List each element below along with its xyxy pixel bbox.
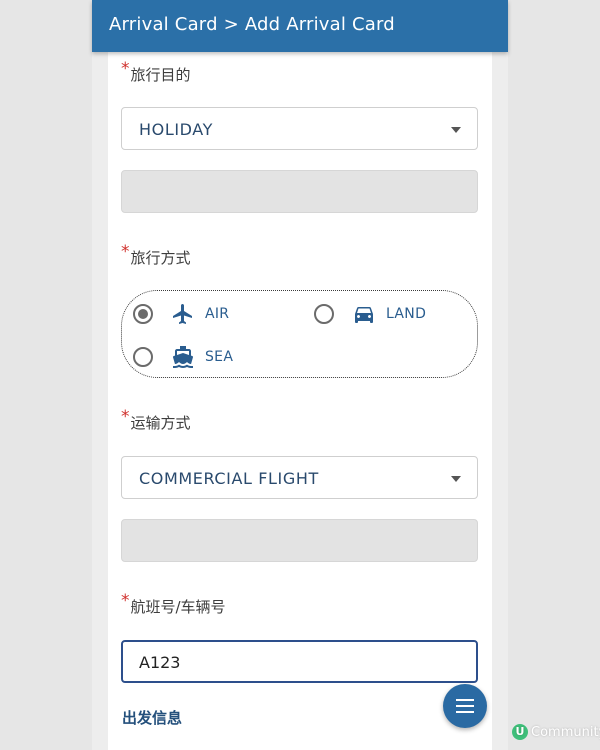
travel-purpose-label: *旅行目的: [121, 59, 191, 85]
watermark-logo-icon: U: [512, 724, 528, 740]
required-mark: *: [121, 242, 130, 262]
hamburger-icon: [456, 711, 474, 713]
radio-option-land[interactable]: LAND: [314, 302, 426, 326]
hamburger-icon: [456, 705, 474, 707]
radio-button-sea[interactable]: [133, 347, 153, 367]
header-title: Arrival Card > Add Arrival Card: [109, 14, 395, 35]
travel-purpose-value: HOLIDAY: [139, 120, 213, 139]
required-mark: *: [121, 591, 130, 611]
form-card: *旅行目的 HOLIDAY *旅行方式 AIR LAND SEA *运输方式 C…: [108, 52, 492, 750]
flight-number-label: *航班号/车辆号: [121, 591, 226, 617]
chevron-down-icon: [451, 476, 461, 482]
departure-info-heading: 出发信息: [122, 709, 183, 727]
car-icon: [355, 307, 373, 323]
transport-mode-value: COMMERCIAL FLIGHT: [139, 469, 319, 488]
radio-option-air[interactable]: AIR: [133, 302, 229, 326]
plane-icon: [173, 304, 192, 324]
hamburger-icon: [456, 699, 474, 701]
travel-mode-radio-group: AIR LAND SEA: [121, 290, 478, 378]
required-mark: *: [121, 59, 130, 79]
chevron-down-icon: [451, 127, 461, 133]
radio-option-sea[interactable]: SEA: [133, 345, 233, 369]
menu-fab-button[interactable]: [443, 684, 487, 728]
travel-purpose-other-field: [121, 170, 478, 213]
flight-number-value: A123: [139, 653, 181, 672]
travel-purpose-label-text: 旅行目的: [130, 66, 191, 84]
transport-mode-label: *运输方式: [121, 407, 191, 433]
transport-mode-label-text: 运输方式: [130, 414, 191, 432]
watermark: U Community: [512, 724, 600, 740]
travel-mode-label-text: 旅行方式: [130, 249, 191, 267]
watermark-text: Community: [531, 724, 600, 740]
app-screen: Arrival Card > Add Arrival Card *旅行目的 HO…: [92, 0, 508, 750]
app-header: Arrival Card > Add Arrival Card: [92, 0, 508, 52]
radio-label-land: LAND: [386, 306, 427, 322]
radio-label-air: AIR: [205, 306, 230, 322]
travel-purpose-select[interactable]: HOLIDAY: [121, 107, 478, 150]
flight-number-label-text: 航班号/车辆号: [130, 598, 226, 616]
transport-mode-other-field: [121, 519, 478, 562]
ship-icon: [172, 346, 193, 368]
radio-button-air[interactable]: [133, 304, 153, 324]
radio-label-sea: SEA: [205, 349, 234, 365]
required-mark: *: [121, 407, 130, 427]
flight-number-input[interactable]: A123: [121, 640, 478, 683]
radio-button-land[interactable]: [314, 304, 334, 324]
travel-mode-label: *旅行方式: [121, 242, 191, 268]
transport-mode-select[interactable]: COMMERCIAL FLIGHT: [121, 456, 478, 499]
